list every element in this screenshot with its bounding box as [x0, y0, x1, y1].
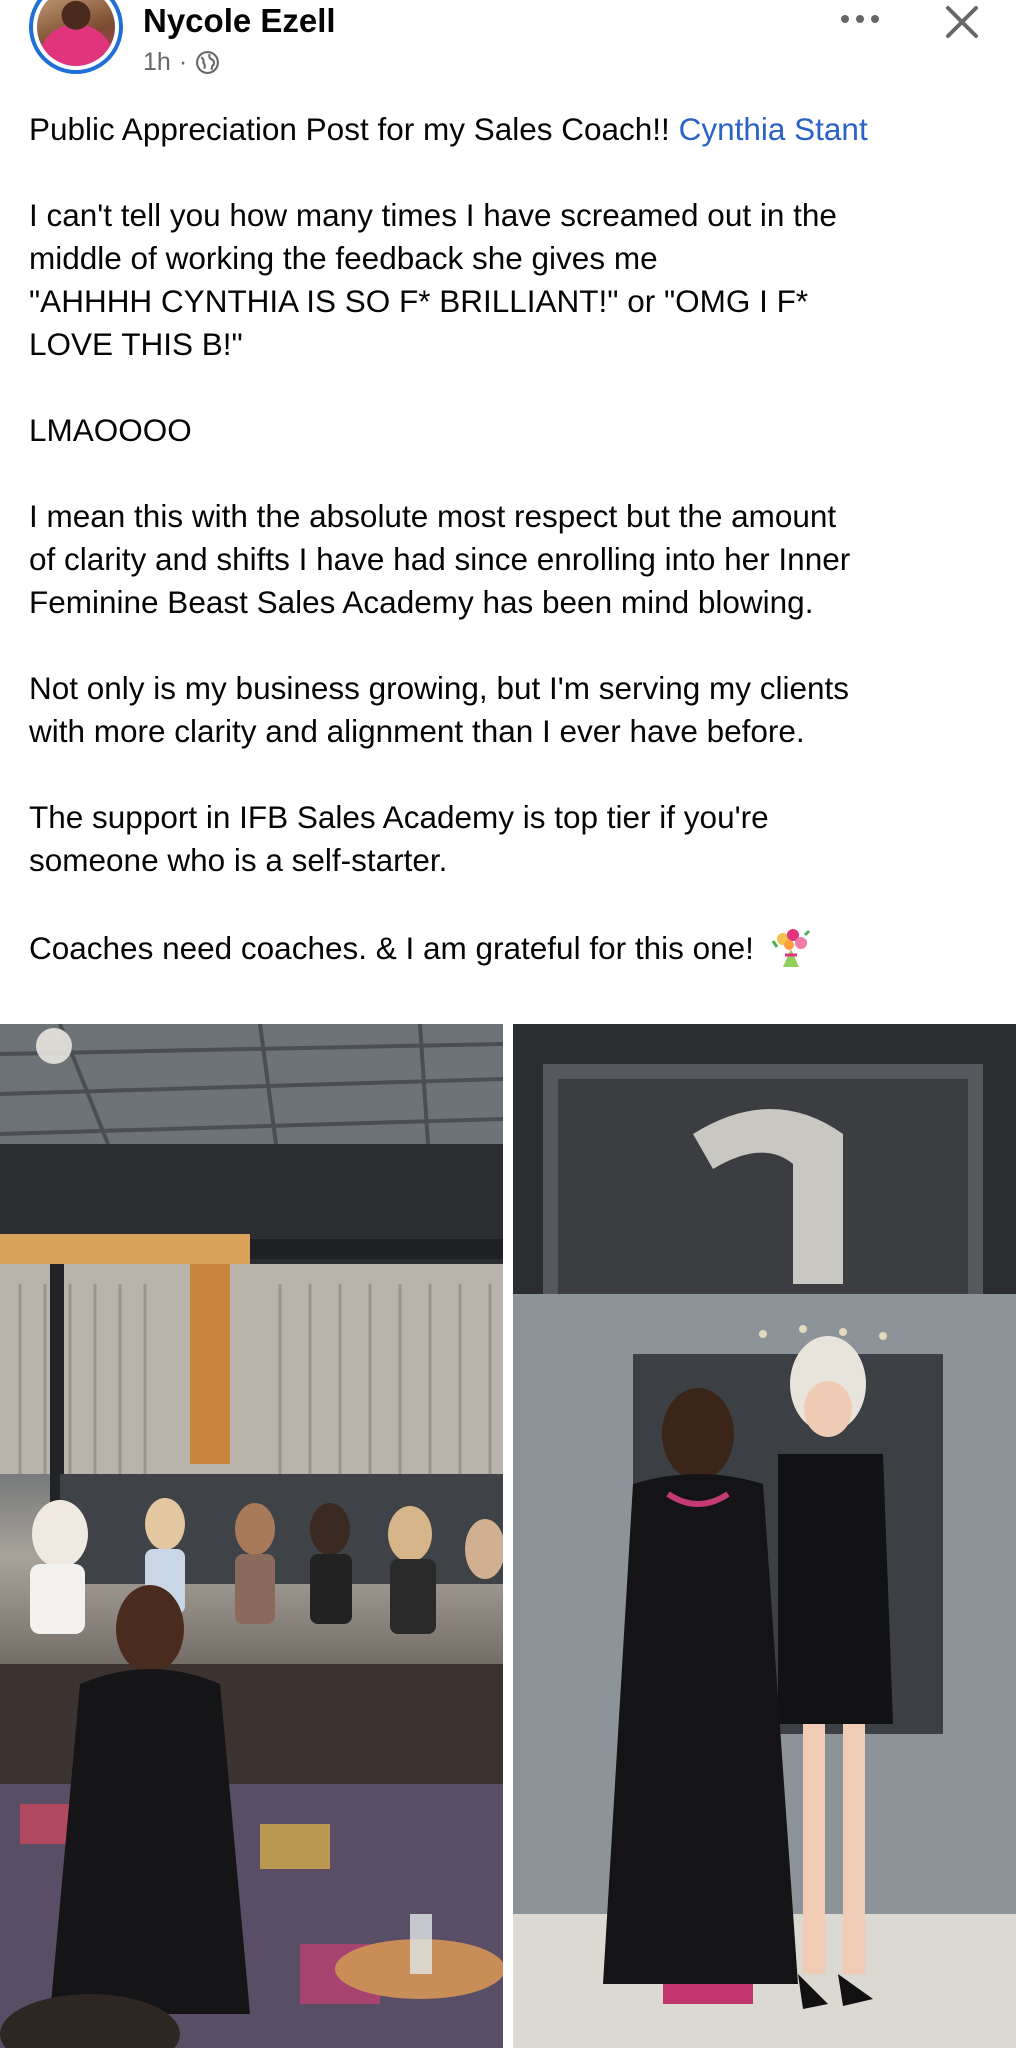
bouquet-emoji-icon	[771, 929, 810, 967]
post-photos	[0, 1024, 1016, 2048]
avatar-photo	[37, 0, 115, 66]
post-paragraph-5: Not only is my business growing, but I'm…	[29, 667, 999, 753]
paragraph-line: LOVE THIS B!"	[29, 326, 243, 362]
more-horizontal-icon	[841, 15, 879, 23]
post-paragraph-6: The support in IFB Sales Academy is top …	[29, 796, 999, 882]
meta-separator: ·	[178, 48, 188, 76]
post-paragraph-3: LMAOOOO	[29, 409, 999, 452]
post-time[interactable]: 1h	[143, 48, 171, 77]
paragraph-line: LMAOOOO	[29, 412, 192, 448]
author-avatar[interactable]	[29, 0, 123, 74]
paragraph-line: Not only is my business growing, but I'm…	[29, 670, 850, 706]
post-title-text: Public Appreciation Post for my Sales Co…	[29, 111, 670, 147]
post-paragraph-4: I mean this with the absolute most respe…	[29, 495, 999, 624]
paragraph-line: of clarity and shifts I have had since e…	[29, 541, 851, 577]
mention-link[interactable]: Cynthia Stant	[679, 111, 868, 147]
close-icon	[946, 6, 978, 38]
paragraph-line: The support in IFB Sales Academy is top …	[29, 799, 769, 835]
duo-portrait-photo[interactable]	[513, 1024, 1016, 2048]
paragraph-line: Feminine Beast Sales Academy has been mi…	[29, 584, 814, 620]
post-meta: 1h ·	[143, 48, 220, 77]
event-room-photo[interactable]	[0, 1024, 503, 2048]
post-header: Nycole Ezell 1h ·	[0, 0, 1016, 100]
portrait-illustration	[513, 1024, 1016, 2048]
paragraph-line: with more clarity and alignment than I e…	[29, 713, 805, 749]
post-body: Public Appreciation Post for my Sales Co…	[29, 108, 999, 970]
paragraph-line: someone who is a self-starter.	[29, 842, 448, 878]
post-paragraph-7: Coaches need coaches. & I am grateful fo…	[29, 925, 999, 970]
paragraph-line: I can't tell you how many times I have s…	[29, 197, 837, 233]
globe-icon[interactable]	[195, 50, 220, 75]
event-room-illustration	[0, 1024, 503, 2048]
paragraph-line: middle of working the feedback she gives…	[29, 240, 658, 276]
author-name[interactable]: Nycole Ezell	[143, 2, 336, 40]
post-paragraph-1: Public Appreciation Post for my Sales Co…	[29, 108, 999, 151]
post-paragraph-2: I can't tell you how many times I have s…	[29, 194, 999, 366]
more-options-button[interactable]	[838, 4, 882, 34]
close-button[interactable]	[940, 0, 984, 44]
paragraph-line: I mean this with the absolute most respe…	[29, 498, 837, 534]
facebook-post: Nycole Ezell 1h · Public Appreciation Po…	[0, 0, 1016, 2048]
paragraph-line: "AHHHH CYNTHIA IS SO F* BRILLIANT!" or "…	[29, 283, 809, 319]
paragraph-line: Coaches need coaches. & I am grateful fo…	[29, 930, 754, 966]
